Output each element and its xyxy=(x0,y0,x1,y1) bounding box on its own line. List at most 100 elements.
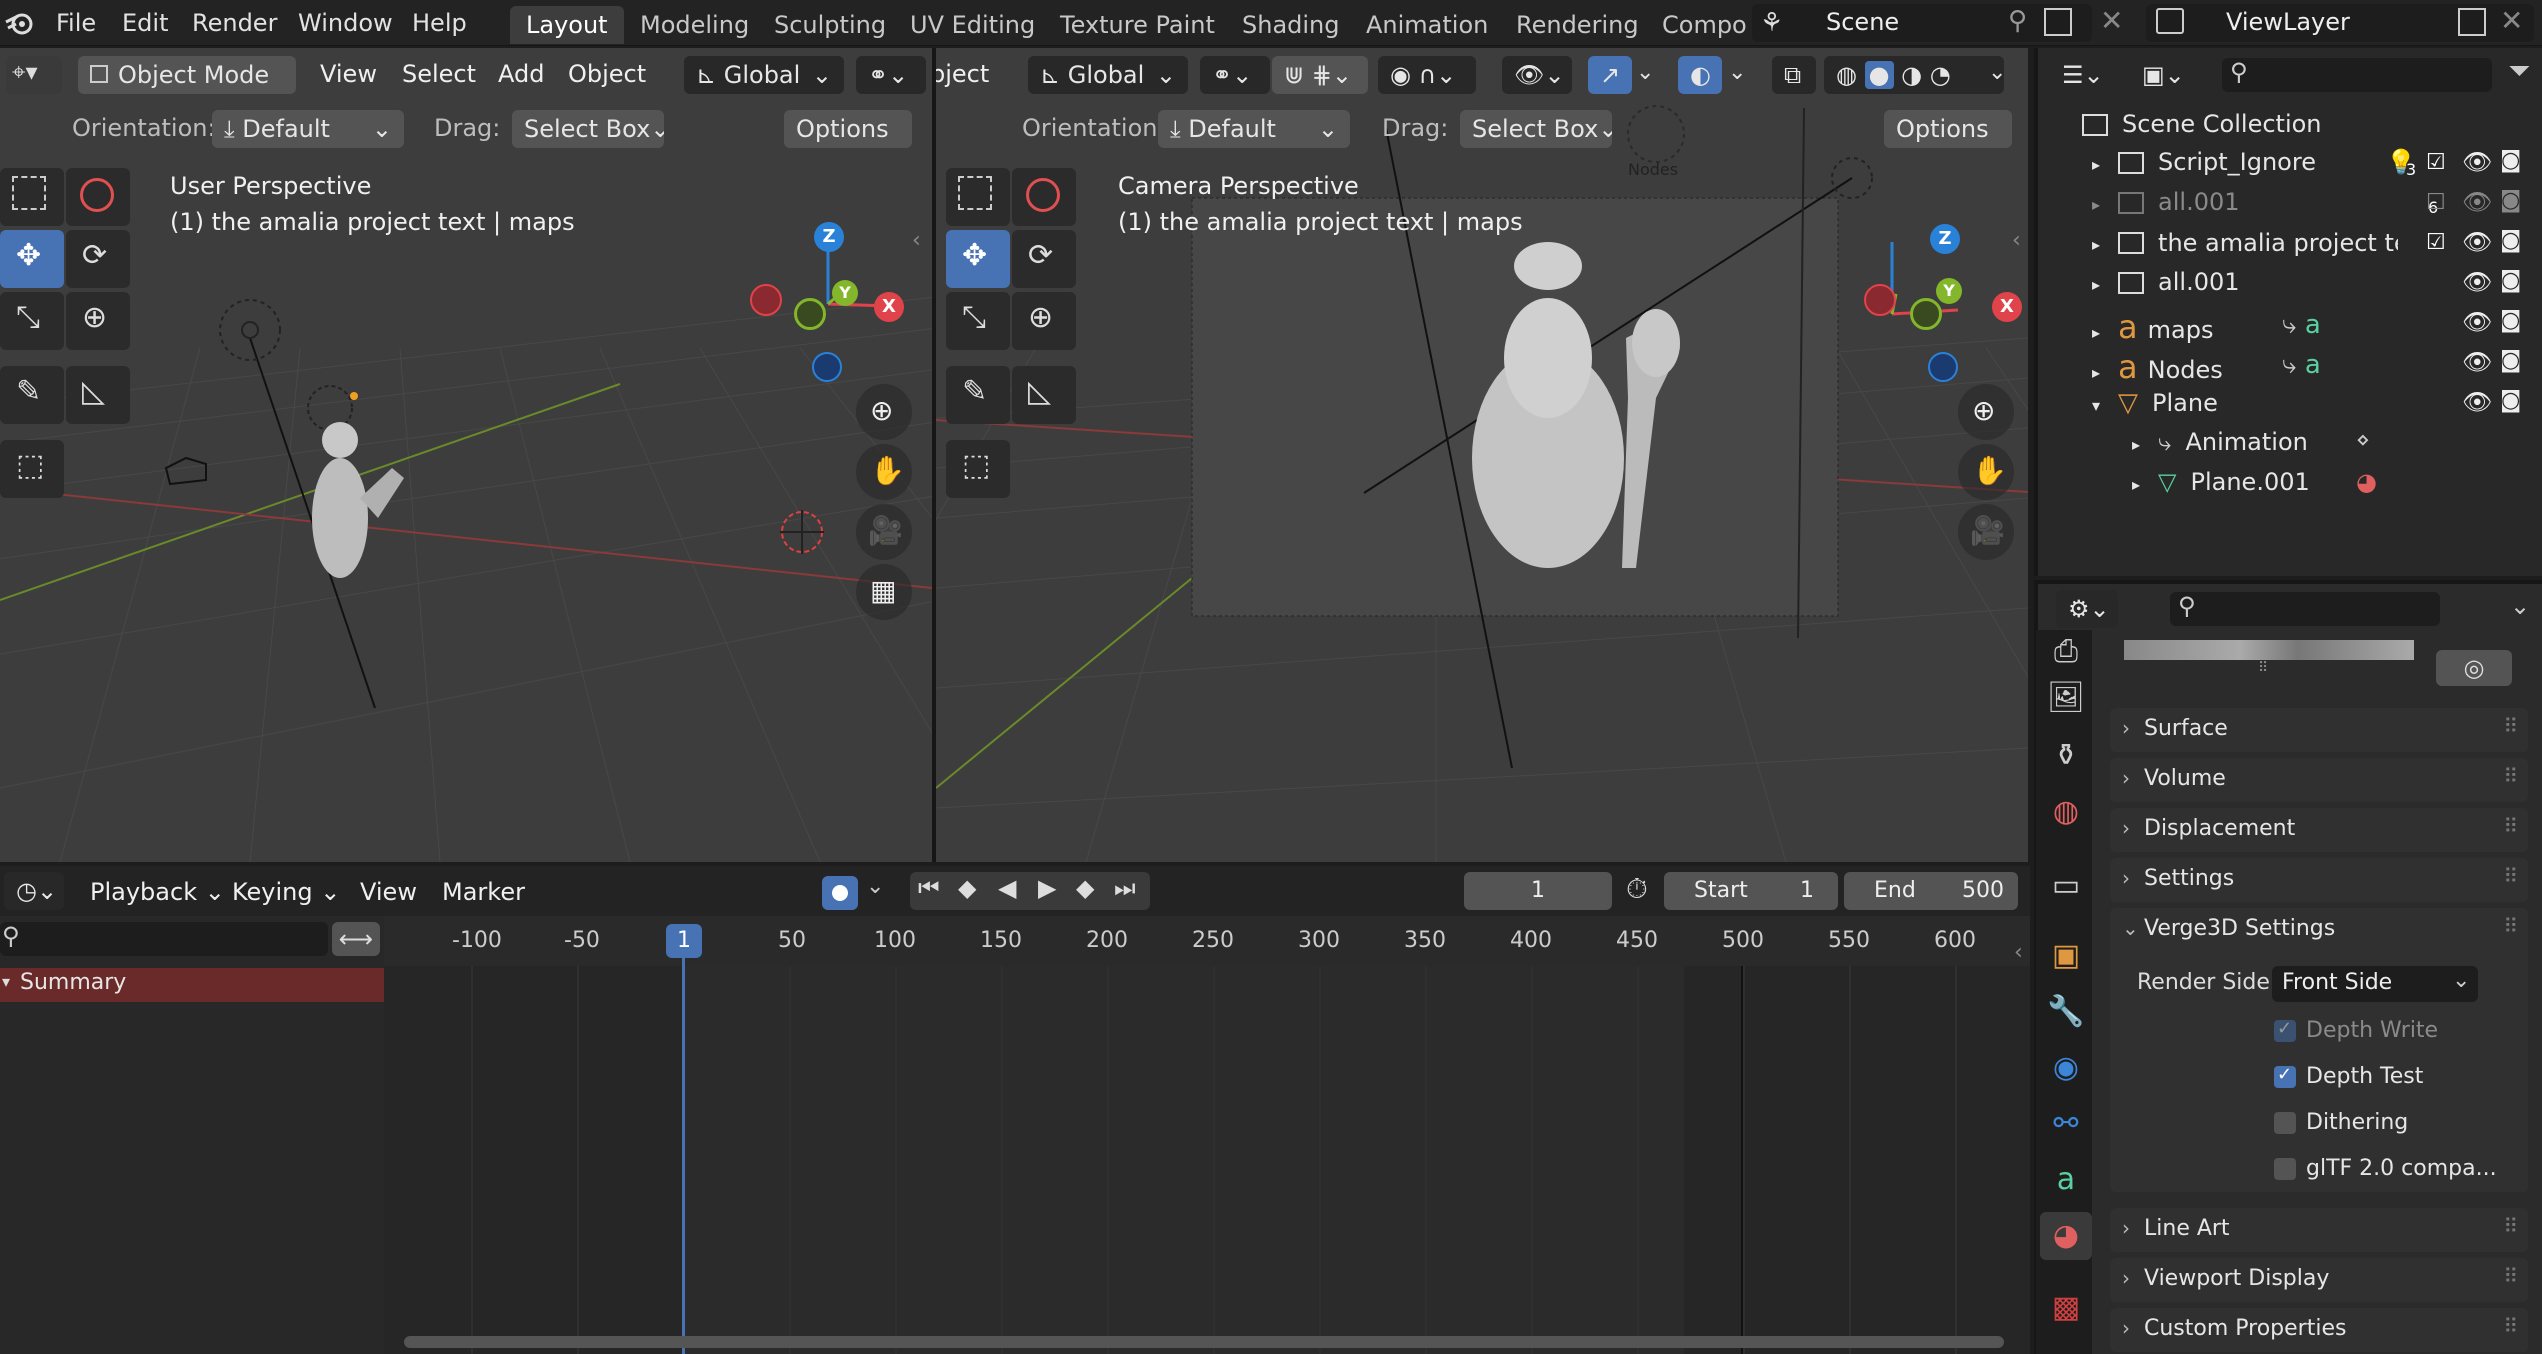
render-tab-icon[interactable]: ⎙ xyxy=(2040,628,2092,676)
expand-icon[interactable]: ▸ xyxy=(2092,195,2100,214)
texture-tab-icon[interactable]: ▩ xyxy=(2040,1284,2092,1332)
render-side-dropdown[interactable]: Front Side ⌄ xyxy=(2272,966,2478,1002)
eye-icon[interactable]: 👁 xyxy=(2462,308,2492,336)
scene-selector[interactable]: ⚘ Scene ⚲ xyxy=(1752,4,2092,42)
ortho-toggle-button[interactable]: ▦ xyxy=(856,564,912,620)
custom-properties-section[interactable]: › Custom Properties ⠿ xyxy=(2110,1308,2528,1352)
expand-icon[interactable]: ▸ xyxy=(2132,435,2140,454)
outliner-row[interactable]: ▸ the amalia project text xyxy=(2092,228,2398,268)
gizmo-x-icon[interactable]: X xyxy=(874,292,904,322)
pan-button[interactable]: ✋ xyxy=(856,444,912,500)
outliner-editor-type[interactable]: ☰⌄ xyxy=(2050,56,2112,94)
jump-start-icon[interactable]: ⏮ xyxy=(918,874,940,902)
scale-tool[interactable]: ⤡ xyxy=(0,292,64,350)
channel-search-input[interactable]: ⚲ xyxy=(0,922,328,956)
line-art-section[interactable]: › Line Art ⠿ xyxy=(2110,1208,2528,1252)
filter-icon[interactable]: ⏷ xyxy=(2508,54,2530,88)
object-mode-dropdown[interactable]: Object Mode⌄ xyxy=(78,56,296,94)
summary-channel[interactable]: ▾ Summary xyxy=(0,968,384,1002)
verge3d-section-header[interactable]: ⌄ Verge3D Settings ⠿ xyxy=(2110,908,2528,952)
wireframe-shading-icon[interactable]: ◍ xyxy=(1836,61,1865,89)
gizmo-neg-z-icon[interactable] xyxy=(1928,352,1958,382)
hide-checkbox-icon[interactable]: ☐ xyxy=(2426,190,2446,215)
drag-dropdown[interactable]: Select Box⌄ xyxy=(1460,110,1612,148)
object-tab-icon[interactable]: ▣ xyxy=(2040,932,2092,980)
drag-handle-icon[interactable]: ⠿ xyxy=(2503,814,2518,838)
transform-orientation-dropdown[interactable]: ⊾ Global ⌄ xyxy=(1028,56,1188,94)
zoom-button[interactable]: ⊕ xyxy=(856,384,912,440)
proportional-edit-toggle[interactable]: ◉ ∩⌄ xyxy=(1378,56,1476,94)
camera-render-icon[interactable]: ◙ xyxy=(2500,348,2521,373)
add-cube-tool[interactable]: ⬚ xyxy=(946,440,1010,498)
select-box-tool[interactable] xyxy=(0,168,64,226)
rotate-tool[interactable]: ⟳ xyxy=(1012,230,1076,288)
view-layer-tab-icon[interactable]: ⚱ xyxy=(2040,732,2092,780)
depth-write-checkbox[interactable]: ✓ xyxy=(2274,1018,2296,1042)
select-box-tool[interactable] xyxy=(946,168,1010,226)
outliner-row[interactable]: ▸ ▽ Plane.001 xyxy=(2132,468,2310,508)
menu-render[interactable]: Render xyxy=(192,0,277,46)
sidebar-toggle-icon[interactable]: ‹ xyxy=(2014,940,2023,965)
expand-icon[interactable]: ▸ xyxy=(2132,475,2140,494)
drag-handle-icon[interactable]: ⠿ xyxy=(2503,1264,2518,1288)
snap-toggle[interactable]: ⋓ ⋕⌄ xyxy=(1272,56,1368,94)
drag-handle-icon[interactable]: ⠿ xyxy=(2503,914,2518,938)
camera-view-button[interactable]: 🎥 xyxy=(1958,504,2014,560)
properties-search-input[interactable]: ⚲ xyxy=(2170,592,2440,626)
eye-icon[interactable]: 👁 xyxy=(2462,388,2492,416)
play-icon[interactable]: ▶ xyxy=(1038,874,1056,902)
output-tab-icon[interactable]: 🖼 xyxy=(2040,674,2092,722)
hide-checkbox-icon[interactable]: ☑ xyxy=(2426,230,2446,255)
gltf-compat-checkbox[interactable] xyxy=(2274,1158,2296,1180)
end-frame-field[interactable]: End 500 xyxy=(1844,872,2018,910)
tab-compositing[interactable]: Compo xyxy=(1646,6,1746,44)
displacement-section[interactable]: › Displacement ⠿ xyxy=(2110,808,2528,852)
timeline-view-menu[interactable]: View xyxy=(360,878,417,906)
menu-select[interactable]: Select xyxy=(402,60,476,88)
gizmo-z-icon[interactable]: Z xyxy=(814,222,844,252)
rotate-tool[interactable]: ⟳ xyxy=(66,230,130,288)
horizontal-scrollbar[interactable] xyxy=(404,1336,2004,1348)
properties-editor-type[interactable]: ⚙⌄ xyxy=(2056,590,2118,628)
playback-menu[interactable]: Playback ⌄ xyxy=(90,878,225,906)
eye-icon[interactable]: 👁 xyxy=(2462,348,2492,376)
options-dropdown[interactable]: Options⌄ xyxy=(1884,110,2012,148)
drag-handle-icon[interactable]: ⠿ xyxy=(2503,714,2518,738)
eye-icon[interactable]: 👁 xyxy=(2462,268,2492,296)
outliner-row[interactable]: ▸ ⤷ Animation xyxy=(2132,428,2308,468)
xray-toggle[interactable]: ⧉ xyxy=(1772,56,1816,94)
cursor-tool[interactable] xyxy=(1012,168,1076,226)
sidebar-toggle-icon[interactable]: ‹ xyxy=(2012,228,2021,253)
camera-render-icon[interactable]: ◙ xyxy=(2500,268,2521,293)
chevron-down-icon[interactable]: ⌄ xyxy=(1728,60,1746,85)
expand-icon[interactable]: ▸ xyxy=(2092,363,2100,382)
sidebar-toggle-icon[interactable]: ‹ xyxy=(912,228,921,253)
drag-handle-icon[interactable]: ⠿ xyxy=(2503,864,2518,888)
chevron-down-icon[interactable]: ⌄ xyxy=(1636,60,1654,85)
camera-render-icon[interactable]: ◙ xyxy=(2500,308,2521,333)
tab-shading[interactable]: Shading xyxy=(1226,6,1356,44)
current-frame-indicator[interactable]: 1 xyxy=(666,924,702,958)
gizmo-neg-x-icon[interactable] xyxy=(750,284,782,316)
new-scene-icon[interactable] xyxy=(2044,8,2072,36)
drag-handle-icon[interactable]: ⠿ xyxy=(2503,764,2518,788)
current-frame-field[interactable]: 1 xyxy=(1464,872,1612,910)
right-viewport[interactable]: bject ⊾ Global ⌄ ⚭⌄ ⋓ ⋕⌄ ◉ ∩⌄ 👁⌄ ↗ ⌄ ◐ ⌄ … xyxy=(936,48,2028,862)
material-shading-icon[interactable]: ◑ xyxy=(1894,61,1930,89)
measure-tool[interactable]: ◺ xyxy=(1012,366,1076,424)
gizmo-neg-x-icon[interactable] xyxy=(1864,284,1896,316)
annotate-tool[interactable]: ✎ xyxy=(946,366,1010,424)
gizmo-toggle[interactable]: ↗ xyxy=(1588,56,1632,94)
start-frame-field[interactable]: Start 1 xyxy=(1664,872,1838,910)
tab-layout[interactable]: Layout xyxy=(510,6,624,44)
move-tool[interactable]: ✥ xyxy=(0,230,64,288)
display-mode-dropdown[interactable]: ▣⌄ xyxy=(2130,56,2200,94)
pan-button[interactable]: ✋ xyxy=(1958,444,2014,500)
chevron-down-icon[interactable]: ⌄ xyxy=(1988,60,2006,85)
hide-checkbox-icon[interactable]: ☑ xyxy=(2426,150,2446,175)
data-tab-icon[interactable]: a xyxy=(2040,1156,2092,1204)
next-keyframe-icon[interactable]: ◆ xyxy=(1076,874,1094,902)
collapse-icon[interactable]: ▾ xyxy=(2092,396,2100,415)
camera-render-icon[interactable]: ◙ xyxy=(2500,188,2521,213)
settings-section[interactable]: › Settings ⠿ xyxy=(2110,858,2528,902)
